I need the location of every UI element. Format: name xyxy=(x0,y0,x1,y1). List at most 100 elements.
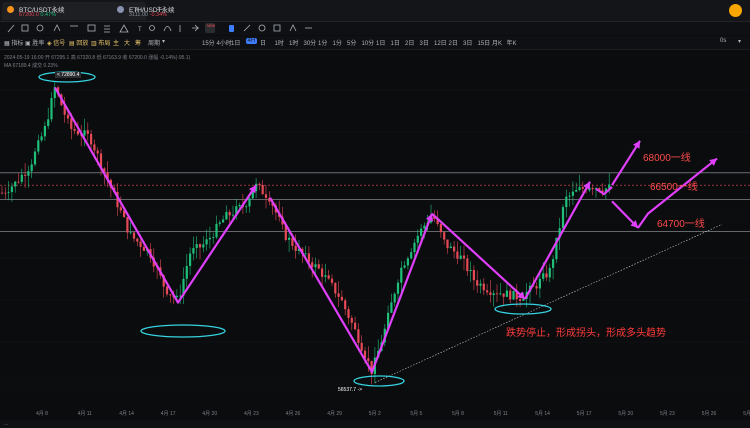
candle xyxy=(469,261,472,282)
add-tab-icon[interactable]: + xyxy=(156,4,162,16)
layout-button[interactable]: ▥ 布局 xyxy=(91,38,110,47)
trend-annotation: 跌势停止，形成拐头，形成多头趋势 xyxy=(506,328,666,339)
candle xyxy=(449,242,452,249)
tag-main[interactable]: 主 xyxy=(113,38,119,47)
x-tick-label: 5月 14 xyxy=(535,411,550,417)
timeframe-8[interactable]: 1分 xyxy=(318,38,327,47)
candle xyxy=(571,181,574,206)
timeframe-15[interactable]: 3日 xyxy=(420,38,429,47)
magnet-icon xyxy=(229,25,234,32)
fib-tool-icon xyxy=(104,25,110,33)
candle xyxy=(129,221,132,235)
x-tick-label: 4月 8 xyxy=(36,411,48,417)
candle xyxy=(0,185,4,195)
tab-price: 67200.0 xyxy=(19,12,39,18)
timeframe-6[interactable]: 1时 xyxy=(289,38,298,47)
timeframe-21[interactable]: 年K xyxy=(507,38,517,47)
timeframe-5[interactable]: 1时 xyxy=(275,38,284,47)
candle xyxy=(136,237,139,247)
arrow-1 xyxy=(54,86,257,304)
timeframe-17[interactable]: 2日 xyxy=(449,38,458,47)
tool-icons: T NEW xyxy=(7,23,312,33)
circle-tool-icon xyxy=(36,24,44,32)
candle xyxy=(499,283,502,296)
candle xyxy=(495,284,499,303)
x-tick-label: 4月 23 xyxy=(244,411,259,417)
candle xyxy=(400,261,403,295)
tab-eth-usdt[interactable]: ETH/USDT永续 3111.00 -0.34% xyxy=(112,2,248,20)
timeframe-0[interactable]: 15分 xyxy=(202,38,215,47)
candle xyxy=(446,239,449,254)
candle xyxy=(354,316,357,331)
arrow-up-68000 xyxy=(611,140,641,186)
candle xyxy=(462,245,466,271)
candle xyxy=(215,215,218,240)
x-tick-label: 5月 8 xyxy=(452,411,464,417)
tab-bar: BTC/USDT永续 67200.0 0.47% ✕ ETH/USDT永续 31… xyxy=(0,0,750,22)
x-tick-label: 4月 29 xyxy=(327,411,342,417)
candle xyxy=(205,229,208,251)
timeframe-12[interactable]: 1日 xyxy=(376,38,385,47)
timeframe-2[interactable]: 1日 xyxy=(231,38,240,47)
candle xyxy=(472,265,475,291)
timeframe-16[interactable]: 12日 xyxy=(434,38,447,47)
candle xyxy=(327,269,330,280)
candle xyxy=(314,257,317,274)
tag-large[interactable]: 大 xyxy=(124,38,130,47)
timeframe-19[interactable]: 15日 xyxy=(478,38,491,47)
timeframe-13[interactable]: 1日 xyxy=(391,38,400,47)
candle xyxy=(50,92,53,123)
timeframe-14[interactable]: 2日 xyxy=(405,38,414,47)
x-tick-label: 5月 23 xyxy=(660,411,675,417)
chevron-down-icon[interactable]: ▾ xyxy=(738,38,741,45)
timeframe-7[interactable]: 30分 xyxy=(304,38,317,47)
period-dropdown[interactable]: ▾ xyxy=(162,38,165,45)
level-label-64700: 64700一线 xyxy=(657,219,705,230)
timeframe-20[interactable]: 月K xyxy=(492,38,502,47)
timeframe-10[interactable]: 5分 xyxy=(347,38,356,47)
timeframe-3[interactable]: 4H xyxy=(245,38,258,44)
candle xyxy=(126,216,129,240)
candle xyxy=(222,215,225,223)
x-tick-label: 4月 20 xyxy=(202,411,218,417)
candle xyxy=(396,279,400,300)
avatar[interactable] xyxy=(729,4,742,17)
signal-button[interactable]: ◈ 信号 xyxy=(47,38,65,47)
candle xyxy=(330,274,334,286)
candle xyxy=(489,280,492,303)
candle xyxy=(340,290,343,302)
candle xyxy=(139,237,142,257)
candle xyxy=(4,187,7,200)
template-button[interactable]: ▣ 胜率 xyxy=(25,38,44,47)
x-tick-label: 5月 5 xyxy=(410,411,423,417)
replay-button[interactable]: ▤ 回放 xyxy=(69,38,88,47)
timeframe-18[interactable]: 3日 xyxy=(463,38,472,47)
timeframe-4[interactable]: 日 xyxy=(260,38,266,47)
candle xyxy=(393,292,396,307)
tag-chips[interactable]: 筹 xyxy=(135,38,141,47)
box-tool-icon xyxy=(87,24,96,32)
candle xyxy=(10,182,13,202)
x-axis: 4月 8 4月 11 4月 14 4月 17 4月 20 4月 23 4月 26 4月 29 5… xyxy=(0,408,750,420)
candle xyxy=(459,246,462,260)
rect-tool-icon xyxy=(21,24,29,32)
candle xyxy=(347,306,350,325)
candle xyxy=(324,263,327,283)
candle xyxy=(212,232,215,244)
candle xyxy=(169,293,172,303)
candle xyxy=(512,290,515,300)
candle xyxy=(198,243,202,260)
candlestick-chart[interactable] xyxy=(0,50,750,408)
timeframe-1[interactable]: 4小时 xyxy=(217,38,232,47)
highlight-ellipse-3 xyxy=(494,303,552,315)
candle xyxy=(24,163,27,188)
candle xyxy=(453,241,456,259)
candle xyxy=(479,279,482,294)
timeframe-11[interactable]: 10分 xyxy=(362,38,375,47)
period-label: 周期 xyxy=(148,41,161,47)
candle xyxy=(390,293,393,313)
candle xyxy=(47,107,50,129)
x-tick-label: 4月 26 xyxy=(285,411,301,417)
timeframe-9[interactable]: 1分 xyxy=(333,38,342,47)
indicators-button[interactable]: ▦ 指标 xyxy=(4,38,23,47)
